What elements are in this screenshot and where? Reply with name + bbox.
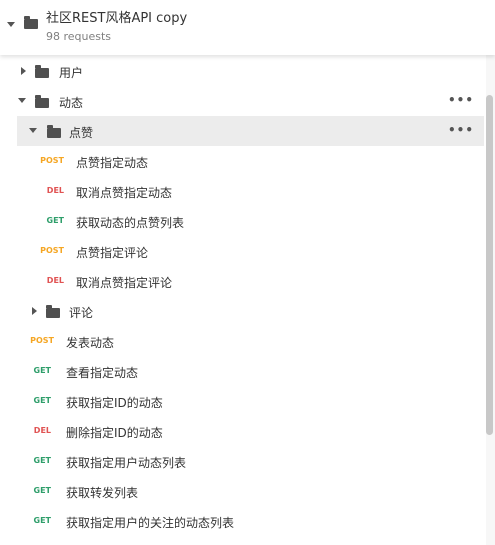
- request-name: 获取指定用户动态列表: [66, 456, 187, 470]
- folder-row-dynamics[interactable]: 动态 •••: [0, 86, 486, 116]
- collection-header[interactable]: 社区REST风格API copy 98 requests: [0, 0, 495, 55]
- folder-icon: [35, 95, 49, 108]
- method-badge: GET: [33, 396, 52, 405]
- request-row[interactable]: POST 点赞指定评论: [0, 236, 486, 266]
- method-badge: DEL: [46, 276, 64, 285]
- request-row[interactable]: GET 获取指定用户动态列表: [0, 446, 486, 476]
- chevron-right-icon[interactable]: [21, 67, 26, 75]
- request-name: 获取指定ID的动态: [66, 396, 163, 410]
- folder-icon: [47, 125, 61, 138]
- method-badge: GET: [33, 516, 52, 525]
- method-badge: POST: [40, 156, 64, 165]
- folder-row-users[interactable]: 用户: [0, 56, 486, 86]
- method-badge: POST: [30, 336, 54, 345]
- folder-label: 动态: [59, 96, 84, 110]
- folder-row-comments[interactable]: 评论: [0, 296, 486, 326]
- folder-icon: [35, 65, 49, 78]
- collection-name: 社区REST风格API copy: [46, 11, 188, 26]
- method-badge: DEL: [33, 426, 51, 435]
- request-name: 取消点赞指定动态: [76, 186, 173, 200]
- folder-label: 评论: [69, 306, 94, 320]
- request-name: 点赞指定动态: [76, 156, 149, 170]
- method-badge: POST: [40, 246, 64, 255]
- scrollbar-thumb[interactable]: [486, 95, 493, 435]
- folder-label: 用户: [59, 66, 84, 80]
- request-row[interactable]: DEL 删除指定ID的动态: [0, 416, 486, 446]
- request-row[interactable]: DEL 取消点赞指定评论: [0, 266, 486, 296]
- request-name: 获取指定用户的关注的动态列表: [66, 516, 235, 530]
- request-name: 点赞指定评论: [76, 246, 149, 260]
- method-badge: DEL: [46, 186, 64, 195]
- request-name: 删除指定ID的动态: [66, 426, 163, 440]
- method-badge: GET: [33, 366, 52, 375]
- request-row[interactable]: GET 获取指定ID的动态: [0, 386, 486, 416]
- more-options-icon[interactable]: •••: [448, 124, 474, 136]
- request-name: 获取转发列表: [66, 486, 139, 500]
- chevron-down-icon[interactable]: [18, 98, 26, 103]
- request-count: 98 requests: [46, 30, 112, 43]
- chevron-down-icon[interactable]: [29, 128, 37, 133]
- folder-row-likes[interactable]: 点赞 •••: [17, 116, 484, 146]
- request-name: 获取动态的点赞列表: [76, 216, 185, 230]
- folder-icon: [46, 305, 60, 318]
- method-badge: GET: [33, 456, 52, 465]
- more-options-icon[interactable]: •••: [448, 94, 474, 106]
- request-name: 取消点赞指定评论: [76, 276, 173, 290]
- request-row[interactable]: POST 发表动态: [0, 326, 486, 356]
- request-row[interactable]: GET 获取动态的点赞列表: [0, 206, 486, 236]
- chevron-right-icon[interactable]: [32, 307, 37, 315]
- chevron-down-icon[interactable]: [7, 22, 15, 27]
- folder-icon: [24, 16, 38, 29]
- request-name: 查看指定动态: [66, 366, 139, 380]
- request-name: 发表动态: [66, 336, 115, 350]
- folder-label: 点赞: [69, 126, 94, 140]
- request-row[interactable]: GET 查看指定动态: [0, 356, 486, 386]
- request-row[interactable]: GET 获取转发列表: [0, 476, 486, 506]
- method-badge: GET: [46, 216, 65, 225]
- request-row[interactable]: POST 点赞指定动态: [0, 146, 486, 176]
- request-row[interactable]: DEL 取消点赞指定动态: [0, 176, 486, 206]
- request-row[interactable]: GET 获取指定用户的关注的动态列表: [0, 506, 486, 536]
- method-badge: GET: [33, 486, 52, 495]
